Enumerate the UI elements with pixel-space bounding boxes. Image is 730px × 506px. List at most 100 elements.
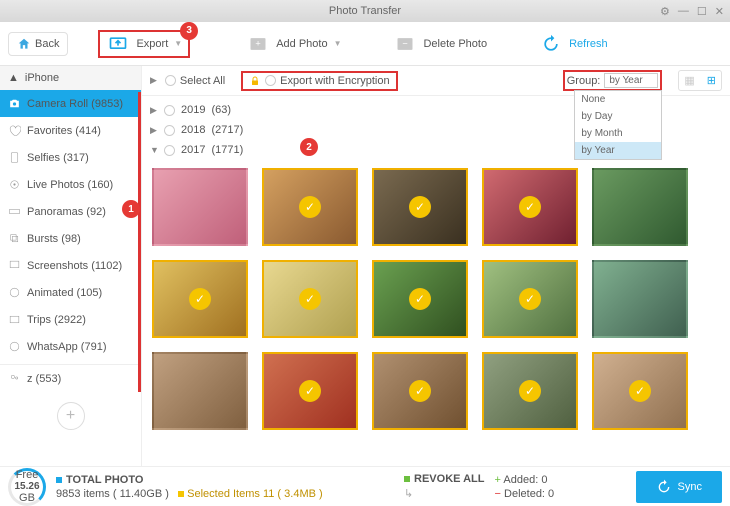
dot-icon: [178, 491, 184, 497]
minimize-icon[interactable]: —: [678, 5, 689, 17]
thumbnail[interactable]: ✓: [372, 352, 468, 430]
check-icon: ✓: [519, 288, 541, 310]
group-opt-day[interactable]: by Day: [575, 108, 661, 125]
thumbnail[interactable]: ✓: [262, 168, 358, 246]
export-button[interactable]: Export ▼ 3: [98, 30, 190, 58]
checkbox-icon: [164, 105, 175, 116]
dot-icon: [404, 476, 410, 482]
thumbnail[interactable]: ✓: [152, 260, 248, 338]
album-trips[interactable]: Trips (2922): [0, 306, 141, 333]
thumbnail[interactable]: ✓: [262, 352, 358, 430]
add-photo-icon: +: [246, 34, 270, 54]
step-badge-2: 2: [300, 138, 318, 156]
export-encryption[interactable]: Export with Encryption: [241, 71, 397, 91]
thumbnail[interactable]: ✓: [262, 260, 358, 338]
thumbnail-grid: ✓ ✓ ✓ ✓ ✓ ✓ ✓ ✓ ✓ ✓ ✓: [142, 164, 730, 434]
album-shared[interactable]: z (553): [0, 364, 141, 392]
device-label: iPhone: [25, 72, 59, 84]
revoke-label: REVOKE ALL: [414, 473, 485, 485]
group-opt-year[interactable]: by Year: [575, 142, 661, 159]
back-button[interactable]: Back: [8, 32, 68, 56]
export-label: Export: [136, 38, 168, 50]
thumbnail[interactable]: ✓: [592, 352, 688, 430]
album-camera-roll[interactable]: Camera Roll (9853): [0, 90, 141, 117]
camera-icon: [8, 97, 21, 110]
checkbox-icon: [164, 125, 175, 136]
album-favorites[interactable]: Favorites (414): [0, 117, 141, 144]
device-header[interactable]: ▲ iPhone: [0, 66, 141, 90]
people-icon: [8, 372, 21, 385]
delete-photo-label: Delete Photo: [423, 38, 487, 50]
thumbnail[interactable]: ✓: [482, 260, 578, 338]
album-label: z (553): [27, 373, 61, 385]
refresh-label: Refresh: [569, 38, 608, 50]
group-select[interactable]: by Year: [604, 73, 658, 88]
group-opt-none[interactable]: None: [575, 91, 661, 108]
album-panoramas[interactable]: Panoramas (92): [0, 198, 141, 225]
thumbnail[interactable]: [592, 168, 688, 246]
refresh-icon: [539, 34, 563, 54]
total-text: 9853 items ( 11.40GB ): [56, 488, 169, 500]
album-label: Camera Roll (9853): [27, 98, 123, 110]
gauge-value: 15.26: [14, 481, 39, 492]
album-selfies[interactable]: Selfies (317): [0, 144, 141, 171]
options-bar: ▶ Select All Export with Encryption Grou…: [142, 66, 730, 96]
thumbnail[interactable]: ✓: [372, 260, 468, 338]
select-all[interactable]: Select All: [165, 75, 225, 87]
total-label: TOTAL PHOTO: [66, 474, 143, 486]
add-album-button[interactable]: +: [57, 402, 85, 430]
step-badge-1: 1: [122, 200, 140, 218]
maximize-icon[interactable]: ☐: [697, 5, 707, 18]
check-icon: ✓: [299, 196, 321, 218]
check-icon: ✓: [629, 380, 651, 402]
album-label: Screenshots (1102): [27, 260, 122, 272]
delete-photo-button[interactable]: − Delete Photo: [387, 30, 493, 58]
selected-text: Selected Items 11 ( 3.4MB ): [187, 488, 323, 500]
year-count: (63): [211, 104, 231, 116]
album-live[interactable]: Live Photos (160): [0, 171, 141, 198]
check-icon: ✓: [519, 380, 541, 402]
thumbnail[interactable]: ✓: [482, 352, 578, 430]
thumbnail[interactable]: [152, 352, 248, 430]
encrypt-label: Export with Encryption: [280, 75, 389, 87]
view-grid-icon[interactable]: ⊞: [702, 71, 721, 90]
check-icon: ✓: [519, 196, 541, 218]
add-photo-button[interactable]: + Add Photo ▼: [240, 30, 347, 58]
burst-icon: [8, 232, 21, 245]
changes-info: + Added: 0 − Deleted: 0: [495, 474, 555, 500]
album-whatsapp[interactable]: WhatsApp (791): [0, 333, 141, 360]
delete-photo-icon: −: [393, 34, 417, 54]
checkbox-icon: [165, 75, 176, 86]
thumbnail[interactable]: ✓: [372, 168, 468, 246]
album-label: Selfies (317): [27, 152, 89, 164]
revoke-info: REVOKE ALL ↳: [404, 473, 485, 500]
live-icon: [8, 178, 21, 191]
thumbnail[interactable]: ✓: [482, 168, 578, 246]
refresh-button[interactable]: Refresh: [533, 30, 614, 58]
settings-icon[interactable]: ⚙: [660, 5, 670, 18]
caret-icon: ▶: [150, 105, 158, 116]
sidebar: ▲ iPhone Camera Roll (9853) Favorites (4…: [0, 66, 142, 466]
chevron-down-icon: ▼: [174, 39, 182, 48]
album-bursts[interactable]: Bursts (98): [0, 225, 141, 252]
sync-button[interactable]: Sync: [636, 471, 722, 503]
check-icon: ✓: [299, 380, 321, 402]
expand-icon[interactable]: ▶: [150, 75, 157, 86]
deleted-text: Deleted: 0: [504, 488, 554, 500]
whatsapp-icon: [8, 340, 21, 353]
selfie-icon: [8, 151, 21, 164]
revoke-arrow-icon[interactable]: ↳: [404, 487, 485, 500]
total-info: TOTAL PHOTO 9853 items ( 11.40GB ) Selec…: [56, 474, 323, 500]
album-animated[interactable]: Animated (105): [0, 279, 141, 306]
thumbnail[interactable]: [152, 168, 248, 246]
view-large-icon[interactable]: ▦: [679, 71, 699, 90]
album-label: Trips (2922): [27, 314, 86, 326]
dot-icon: [56, 477, 62, 483]
album-screenshots[interactable]: Screenshots (1102): [0, 252, 141, 279]
close-icon[interactable]: ✕: [715, 5, 724, 18]
thumbnail[interactable]: [592, 260, 688, 338]
album-label: Live Photos (160): [27, 179, 113, 191]
year-count: (1771): [211, 144, 243, 156]
group-opt-month[interactable]: by Month: [575, 125, 661, 142]
check-icon: ✓: [299, 288, 321, 310]
